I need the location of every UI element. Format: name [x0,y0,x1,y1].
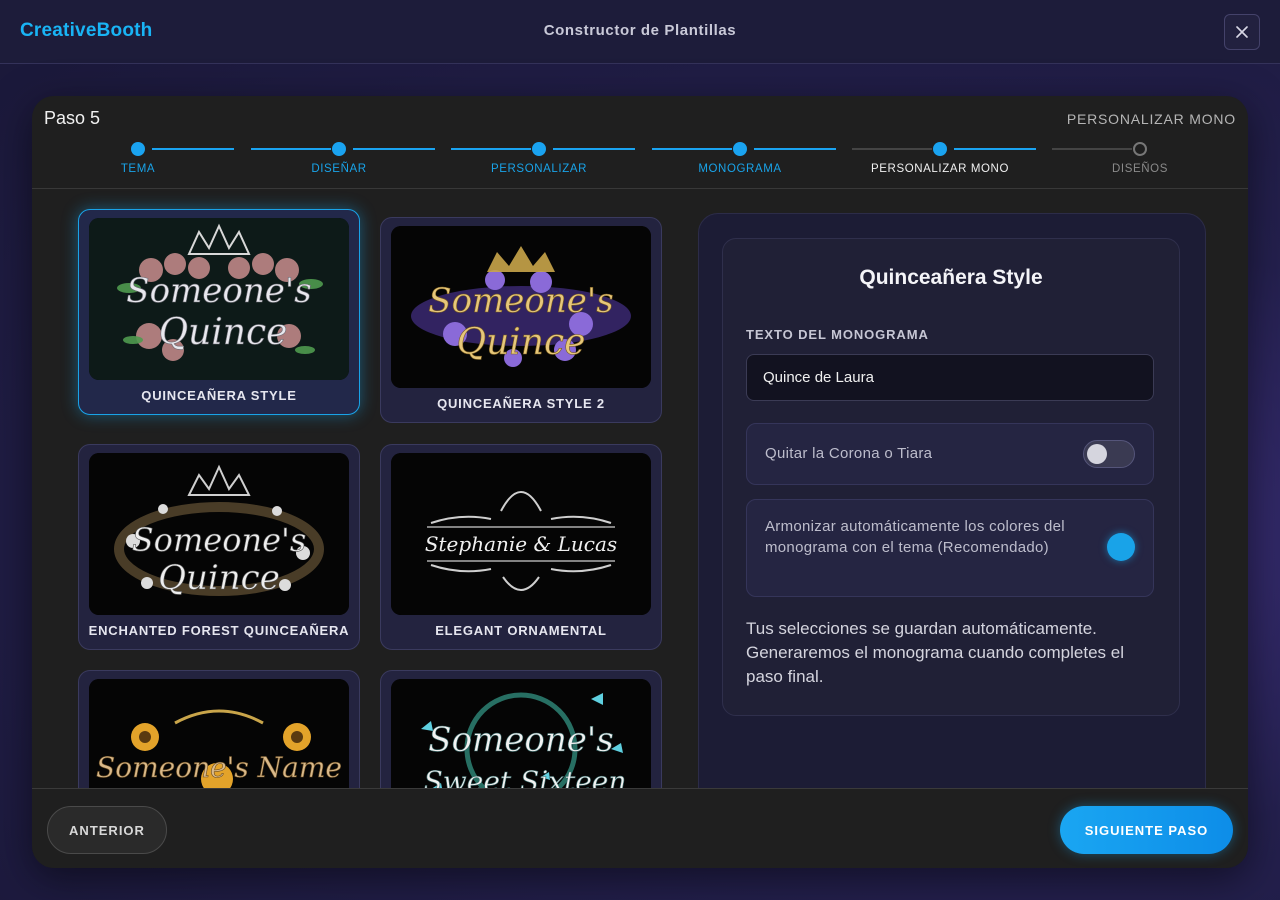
step-label: DISEÑOS [1112,163,1168,175]
next-step-button[interactable]: SIGUIENTE PASO [1060,806,1233,854]
top-bar: CreativeBooth Constructor de Plantillas [0,0,1280,64]
template-card-quinceanera-style-2[interactable]: Someone's Quince QUINCEAÑERA STYLE 2 [380,217,662,423]
step-connector [451,148,531,150]
template-thumbnail: Someone's Sweet Sixteen [391,679,651,789]
step-personalizar[interactable]: PERSONALIZAR [439,142,639,182]
option-remove-crown: Quitar la Corona o Tiara [746,423,1154,485]
step-connector [251,148,331,150]
selected-template-title: Quinceañera Style [859,266,1043,289]
template-card-quinceanera-style[interactable]: Someone's Quince QUINCEAÑERA STYLE [78,209,360,415]
template-builder-modal: Paso 5 PERSONALIZAR MONO TEMA DISEÑAR PE… [32,96,1248,868]
template-thumbnail: Someone's Quince [89,218,349,380]
progress-stepper: TEMA DISEÑAR PERSONALIZAR MONOGRAMA PERS… [32,142,1248,188]
template-card-sunflower[interactable]: Someone's Name [78,670,360,789]
thumbnail-text: Sweet Sixteen [424,765,627,789]
template-title: ELEGANT ORNAMENTAL [435,623,607,638]
step-connector [954,148,1036,150]
crown-toggle[interactable] [1083,440,1135,468]
step-label: PERSONALIZAR MONO [871,163,1009,175]
template-card-enchanted-forest[interactable]: Someone's Quince ENCHANTED FOREST QUINCE… [78,444,360,650]
template-title: QUINCEAÑERA STYLE 2 [437,396,605,411]
step-connector [353,148,435,150]
step-dot [933,142,947,156]
step-connector [754,148,836,150]
template-thumbnail: Stephanie & Lucas [391,453,651,615]
step-number: Paso 5 [44,108,101,128]
modal-footer: ANTERIOR SIGUIENTE PASO [32,788,1248,868]
step-connector [553,148,635,150]
template-thumbnail: Someone's Quince [391,226,651,388]
step-dot [1133,142,1147,156]
step-dot [332,142,346,156]
option-label: Quitar la Corona o Tiara [765,445,933,462]
step-connector [152,148,234,150]
previous-button[interactable]: ANTERIOR [47,806,167,854]
thumbnail-text: Quince [158,558,280,598]
monogram-text-label: TEXTO DEL MONOGRAMA [746,327,929,342]
step-dot [733,142,747,156]
toggle-knob [1087,444,1107,464]
thumbnail-text: Someone's [428,720,613,760]
step-connector [852,148,932,150]
thumbnail-text: Someone's [126,271,311,311]
template-card-elegant-ornamental[interactable]: Stephanie & Lucas ELEGANT ORNAMENTAL [380,444,662,650]
step-connector [1052,148,1132,150]
template-thumbnail: Someone's Name [89,679,349,789]
thumbnail-text: Someone's Name [96,751,342,784]
template-thumbnail: Someone's Quince [89,453,349,615]
step-connector [652,148,732,150]
option-label: Armonizar automáticamente los colores de… [765,518,1065,556]
app-title: Constructor de Plantillas [543,22,737,39]
harmonize-toggle[interactable] [1107,533,1135,561]
template-card-sweet-sixteen[interactable]: Someone's Sweet Sixteen [380,670,662,789]
step-disenar[interactable]: DISEÑAR [239,142,439,182]
customize-panel-container: Quinceañera Style TEXTO DEL MONOGRAMA Qu… [698,213,1206,813]
thumbnail-text: Quince [457,322,586,363]
close-icon [1236,26,1248,38]
step-tema[interactable]: TEMA [38,142,238,182]
step-dot [532,142,546,156]
step-dot [131,142,145,156]
step-name: PERSONALIZAR MONO [1066,111,1236,127]
step-label: DISEÑAR [311,163,367,175]
autosave-note: Tus selecciones se guardan automáticamen… [746,619,1124,686]
thumbnail-text: Someone's [428,281,613,321]
thumbnail-text: Someone's [132,521,307,559]
step-personalizar-mono[interactable]: PERSONALIZAR MONO [840,142,1040,182]
thumbnail-text: Stephanie & Lucas [425,532,617,556]
template-title: ENCHANTED FOREST QUINCEAÑERA [88,623,350,638]
step-disenos[interactable]: DISEÑOS [1040,142,1240,182]
template-grid: Someone's Quince QUINCEAÑERA STYLE Someo… [32,189,692,789]
step-label: TEMA [120,163,156,175]
close-button[interactable] [1224,14,1260,50]
step-label: PERSONALIZAR [490,163,588,175]
monogram-text-input[interactable] [746,354,1154,401]
option-harmonize-colors: Armonizar automáticamente los colores de… [746,499,1154,597]
customize-panel: Quinceañera Style TEXTO DEL MONOGRAMA Qu… [722,238,1180,716]
thumbnail-text: Quince [159,312,288,353]
template-title: QUINCEAÑERA STYLE [141,388,297,403]
step-label: MONOGRAMA [698,163,782,175]
step-monograma[interactable]: MONOGRAMA [640,142,840,182]
